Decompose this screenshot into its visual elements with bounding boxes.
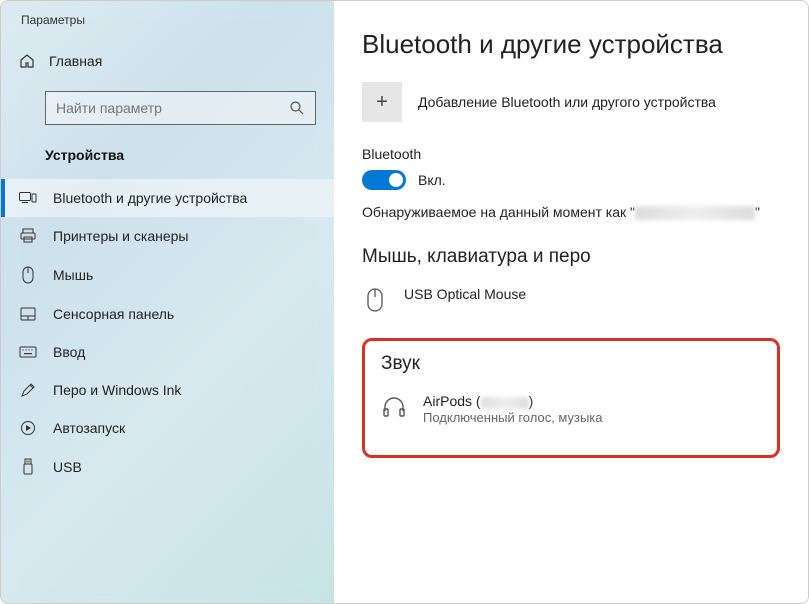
- add-device-label: Добавление Bluetooth или другого устройс…: [418, 94, 716, 110]
- sidebar-item-label: Мышь: [53, 267, 93, 283]
- home-label: Главная: [49, 53, 102, 69]
- sidebar-item-label: Автозапуск: [53, 420, 125, 436]
- sidebar-item-label: Сенсорная панель: [53, 306, 174, 322]
- home-icon: [19, 53, 35, 69]
- airpods-id-redacted: [481, 397, 529, 409]
- device-item-mouse[interactable]: USB Optical Mouse: [362, 280, 780, 334]
- category-title-input: Мышь, клавиатура и перо: [362, 246, 780, 268]
- highlighted-section: Звук AirPods () Подключенный голос, музы…: [362, 338, 780, 458]
- headphones-icon: [381, 393, 407, 417]
- sidebar-item-bluetooth[interactable]: Bluetooth и другие устройства: [1, 179, 334, 217]
- usb-icon: [19, 458, 37, 476]
- bluetooth-label: Bluetooth: [362, 146, 780, 162]
- printer-icon: [19, 228, 37, 244]
- touchpad-icon: [19, 307, 37, 321]
- sidebar-item-label: USB: [53, 459, 82, 475]
- toggle-state-label: Вкл.: [418, 172, 446, 188]
- search-input-container[interactable]: [45, 91, 316, 125]
- device-name: USB Optical Mouse: [404, 286, 780, 302]
- section-title: Устройства: [1, 143, 334, 179]
- device-name-redacted: [635, 206, 755, 220]
- search-icon: [289, 100, 305, 116]
- autoplay-icon: [19, 420, 37, 436]
- search-input[interactable]: [56, 100, 289, 116]
- sidebar-item-label: Bluetooth и другие устройства: [53, 190, 247, 206]
- device-name: AirPods (): [423, 393, 761, 409]
- mouse-icon: [362, 286, 388, 312]
- add-device-button[interactable]: + Добавление Bluetooth или другого устро…: [362, 82, 780, 122]
- sidebar-item-label: Ввод: [53, 344, 85, 360]
- bluetooth-toggle[interactable]: [362, 170, 406, 190]
- pen-icon: [19, 382, 37, 398]
- discoverable-text: Обнаруживаемое на данный момент как "": [362, 204, 780, 220]
- window-title: Параметры: [1, 1, 334, 45]
- page-title: Bluetooth и другие устройства: [362, 29, 780, 60]
- sidebar-item-touchpad[interactable]: Сенсорная панель: [1, 295, 334, 333]
- sidebar: Параметры Главная Устройства Bluetooth и…: [1, 1, 334, 603]
- sidebar-item-typing[interactable]: Ввод: [1, 333, 334, 371]
- sidebar-item-pen[interactable]: Перо и Windows Ink: [1, 371, 334, 409]
- home-nav[interactable]: Главная: [1, 45, 334, 83]
- category-title-audio: Звук: [381, 353, 761, 375]
- keyboard-icon: [19, 346, 37, 358]
- sidebar-item-autoplay[interactable]: Автозапуск: [1, 409, 334, 447]
- content-area: Bluetooth и другие устройства + Добавлен…: [334, 1, 808, 603]
- sidebar-item-label: Перо и Windows Ink: [53, 382, 181, 398]
- sidebar-item-usb[interactable]: USB: [1, 447, 334, 487]
- sidebar-item-label: Принтеры и сканеры: [53, 228, 188, 244]
- plus-icon: +: [362, 82, 402, 122]
- sidebar-item-mouse[interactable]: Мышь: [1, 255, 334, 295]
- device-item-airpods[interactable]: AirPods () Подключенный голос, музыка: [381, 387, 761, 447]
- devices-icon: [19, 191, 37, 205]
- mouse-icon: [19, 266, 37, 284]
- sidebar-item-printers[interactable]: Принтеры и сканеры: [1, 217, 334, 255]
- device-status: Подключенный голос, музыка: [423, 410, 761, 425]
